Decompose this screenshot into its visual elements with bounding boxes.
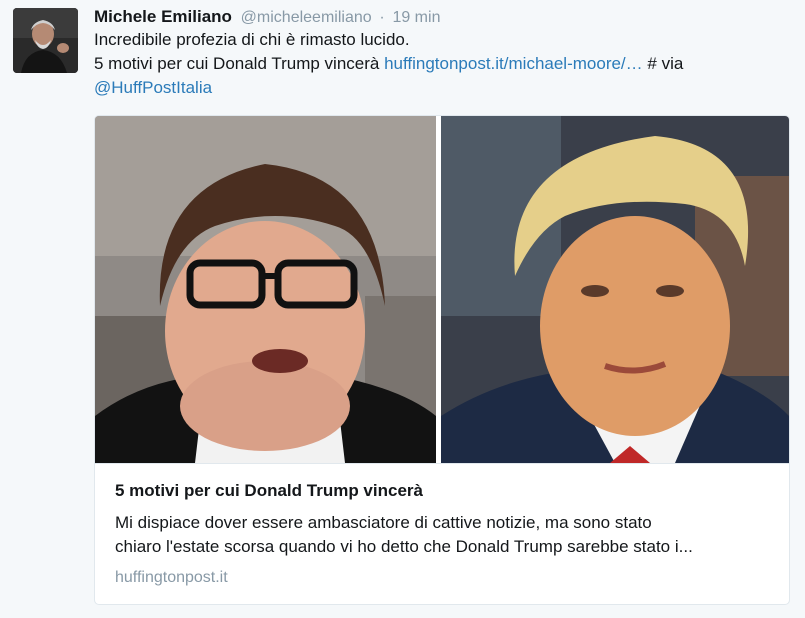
card-description-line-1: Mi dispiace dover essere ambasciatore di… bbox=[115, 513, 652, 532]
card-body[interactable]: 5 motivi per cui Donald Trump vincerà Mi… bbox=[95, 463, 789, 604]
article-link[interactable]: huffingtonpost.it/michael-moore/… bbox=[384, 54, 643, 73]
card-photo bbox=[95, 116, 789, 463]
card-image[interactable] bbox=[95, 116, 789, 463]
card-description: Mi dispiace dover essere ambasciatore di… bbox=[115, 511, 775, 559]
tweet-timestamp[interactable]: 19 min bbox=[392, 9, 440, 26]
tweet-text: Incredibile profezia di chi è rimasto lu… bbox=[94, 28, 794, 100]
tweet-text-line-2: 5 motivi per cui Donald Trump vincerà hu… bbox=[94, 52, 794, 76]
author-username[interactable]: @micheleemiliano bbox=[241, 9, 372, 26]
author-avatar[interactable] bbox=[13, 8, 78, 73]
author-fullname[interactable]: Michele Emiliano bbox=[94, 7, 232, 26]
link-card[interactable]: 5 motivi per cui Donald Trump vincerà Mi… bbox=[94, 115, 790, 605]
card-description-line-2: chiaro l'estate scorsa quando vi ho dett… bbox=[115, 537, 693, 556]
card-domain: huffingtonpost.it bbox=[115, 569, 228, 586]
tweet-text-line-3: @HuffPostItalia bbox=[94, 76, 794, 100]
tweet-header: Michele Emiliano @micheleemiliano · 19 m… bbox=[94, 6, 440, 28]
card-title[interactable]: 5 motivi per cui Donald Trump vincerà bbox=[115, 479, 769, 503]
tweet-text-suffix: # via bbox=[642, 54, 684, 73]
avatar-photo bbox=[13, 8, 78, 73]
tweet-text-line-1: Incredibile profezia di chi è rimasto lu… bbox=[94, 30, 410, 49]
header-separator: · bbox=[379, 9, 385, 26]
tweet-text-prefix: 5 motivi per cui Donald Trump vincerà bbox=[94, 54, 385, 73]
mention-link[interactable]: @HuffPostItalia bbox=[94, 78, 212, 97]
tweet[interactable]: Michele Emiliano @micheleemiliano · 19 m… bbox=[0, 0, 805, 618]
